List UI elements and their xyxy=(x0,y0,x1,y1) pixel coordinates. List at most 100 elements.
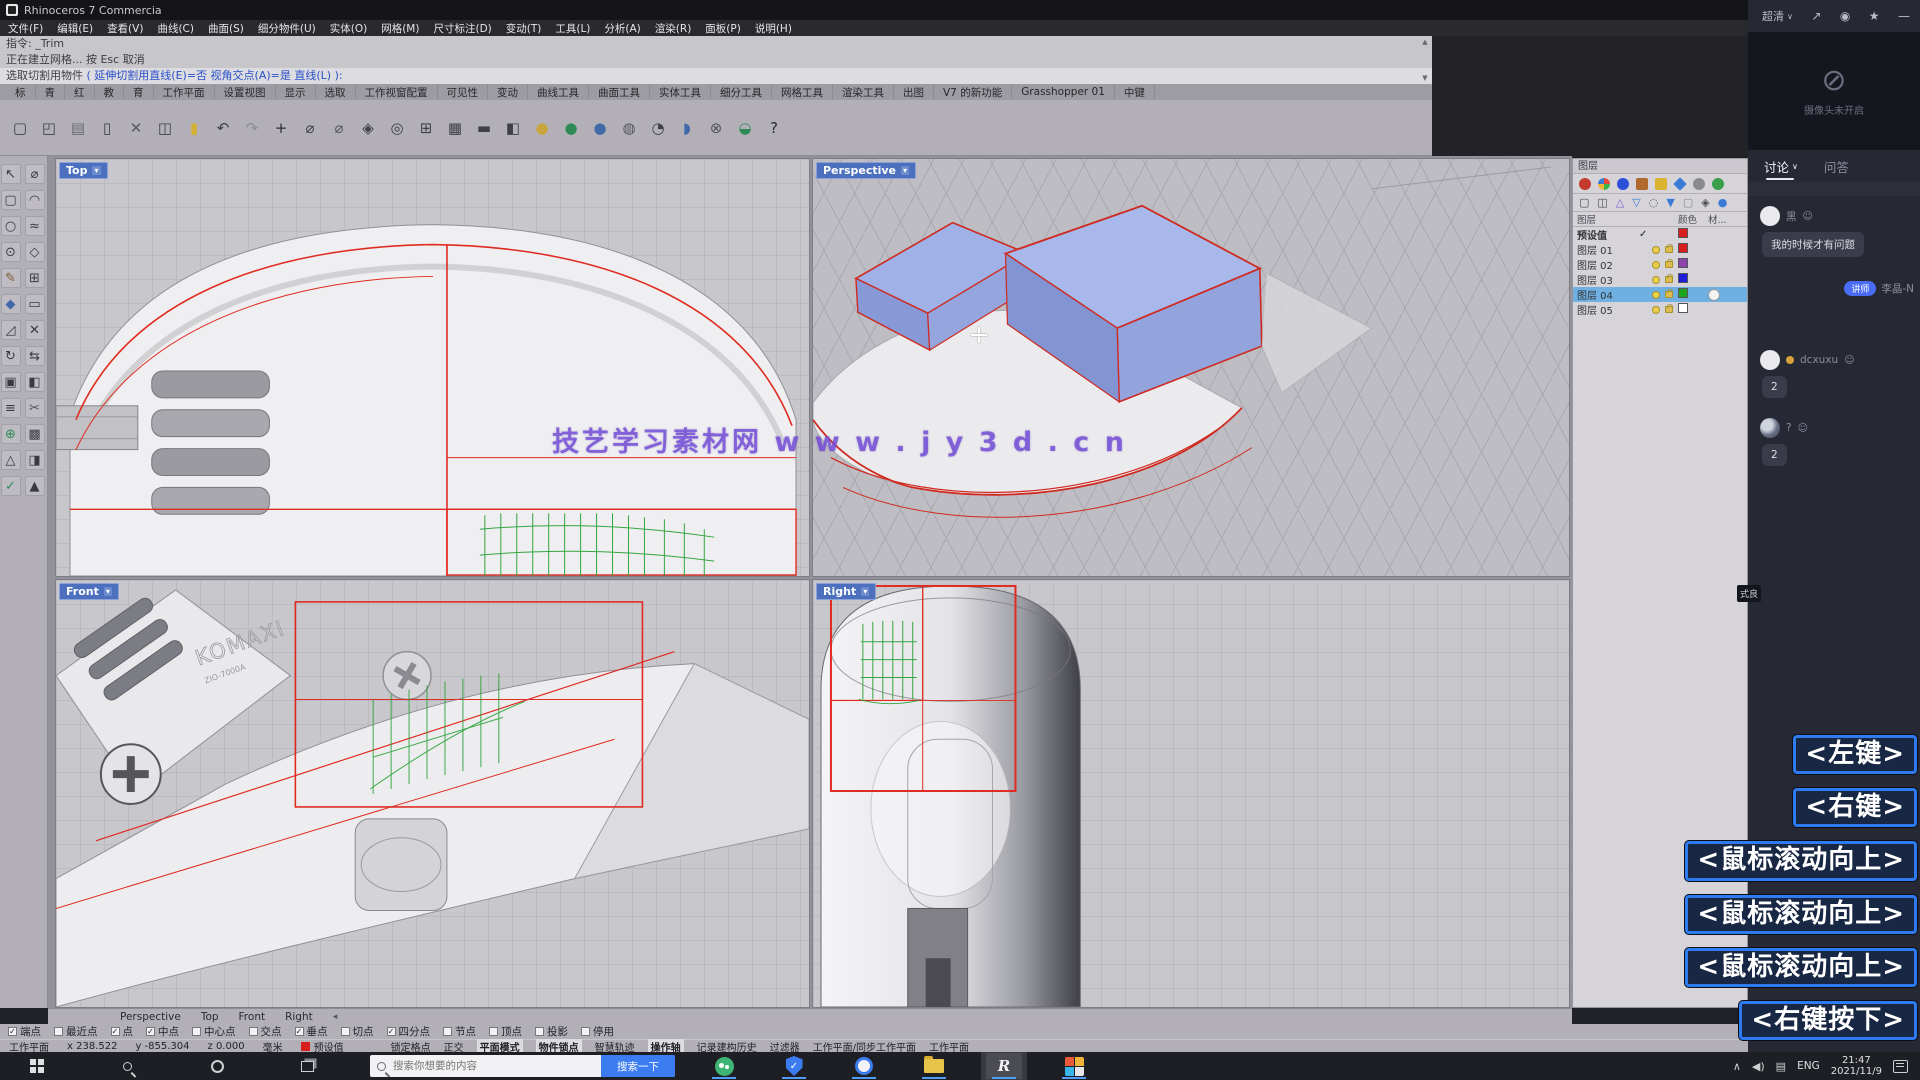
osnap-checkbox[interactable]: ✓ xyxy=(111,1027,120,1036)
layer-tool-icon[interactable]: ▢ xyxy=(1579,196,1589,209)
layer-row[interactable]: 图层 04 xyxy=(1573,287,1747,302)
command-options[interactable]: ( 延伸切割用直线(E)=否 视角交点(A)=是 直线(L) ): xyxy=(87,69,343,82)
viewport-menu-caret[interactable]: ▾ xyxy=(861,587,869,596)
avatar[interactable] xyxy=(1760,350,1780,370)
osnap-item[interactable]: 中心点 xyxy=(192,1024,236,1039)
tool-icon[interactable]: ▩ xyxy=(25,424,45,444)
tool-icon[interactable]: ⇆ xyxy=(25,346,45,366)
taskbar-clock[interactable]: 21:47 2021/11/9 xyxy=(1831,1055,1882,1077)
toolbar-tab[interactable]: Grasshopper 01 xyxy=(1012,85,1115,99)
toolbar-icon[interactable]: ● xyxy=(532,117,552,139)
avatar[interactable] xyxy=(1760,206,1780,226)
layer-material-ball[interactable] xyxy=(1708,289,1720,301)
toolbar-icon[interactable]: ✕ xyxy=(126,117,146,139)
toolbar-icon[interactable]: ◧ xyxy=(503,117,523,139)
collapse-icon[interactable]: — xyxy=(1898,9,1910,23)
panel-tab-icon[interactable] xyxy=(1579,178,1591,190)
layer-tool-icon[interactable]: ▢ xyxy=(1683,196,1693,209)
layer-lock-icon[interactable] xyxy=(1665,246,1673,253)
toolbar-tab[interactable]: 中键 xyxy=(1115,84,1155,101)
menu-item[interactable]: 曲线(C) xyxy=(157,21,194,36)
tool-icon[interactable]: ⊕ xyxy=(1,424,21,444)
toolbar-tab[interactable]: 设置视图 xyxy=(215,84,276,101)
share-icon[interactable]: ↗ xyxy=(1811,9,1821,23)
tool-icon[interactable]: ↻ xyxy=(1,346,21,366)
osnap-checkbox[interactable] xyxy=(443,1027,452,1036)
tool-icon[interactable]: ✓ xyxy=(1,476,21,496)
network-icon[interactable]: ▤ xyxy=(1776,1060,1786,1073)
tool-icon[interactable]: ◆ xyxy=(1,294,21,314)
start-button[interactable] xyxy=(14,1052,60,1080)
osnap-checkbox[interactable]: ✓ xyxy=(387,1027,396,1036)
tool-icon[interactable]: ↖ xyxy=(1,164,21,184)
notification-center-icon[interactable] xyxy=(1893,1060,1908,1073)
toolbar-tab[interactable]: 出图 xyxy=(894,84,934,101)
quality-selector[interactable]: 超清 ∨ xyxy=(1762,8,1793,24)
layer-row[interactable]: 图层 05 xyxy=(1573,302,1747,317)
menu-item[interactable]: 网格(M) xyxy=(381,21,419,36)
tool-icon[interactable]: ≡ xyxy=(1,398,21,418)
osnap-item[interactable]: 最近点 xyxy=(54,1024,98,1039)
tool-icon[interactable]: ⊞ xyxy=(25,268,45,288)
osnap-checkbox[interactable]: ✓ xyxy=(146,1027,155,1036)
layer-color-cell[interactable] xyxy=(1678,273,1708,286)
tool-icon[interactable]: ⌀ xyxy=(25,164,45,184)
menu-item[interactable]: 分析(A) xyxy=(604,21,640,36)
layer-visibility-bulb-icon[interactable] xyxy=(1652,261,1660,269)
toolbar-tab[interactable]: 选取 xyxy=(316,84,356,101)
viewport-top[interactable]: Top ▾ xyxy=(55,158,810,577)
viewport-menu-caret[interactable]: ▾ xyxy=(901,166,909,175)
layer-visibility-bulb-icon[interactable] xyxy=(1652,306,1660,314)
toolbar-tab[interactable]: 曲面工具 xyxy=(589,84,650,101)
layer-lock-icon[interactable] xyxy=(1665,306,1673,313)
layer-tool-icon[interactable]: ● xyxy=(1718,196,1728,209)
toolbar-icon[interactable]: ● xyxy=(561,117,581,139)
star-icon[interactable]: ★ xyxy=(1869,9,1880,23)
toolbar-icon[interactable]: ▢ xyxy=(10,117,30,139)
osnap-checkbox[interactable] xyxy=(249,1027,258,1036)
panel-tab-icon[interactable] xyxy=(1655,178,1667,190)
search-button[interactable]: 搜索一下 xyxy=(601,1055,675,1077)
layer-tool-icon[interactable]: ▼ xyxy=(1666,196,1674,209)
viewport-tab[interactable]: Front xyxy=(239,1011,266,1023)
panel-tab-icon[interactable] xyxy=(1617,178,1629,190)
toolbar-icon[interactable]: + xyxy=(271,117,291,139)
osnap-checkbox[interactable] xyxy=(192,1027,201,1036)
menu-item[interactable]: 说明(H) xyxy=(755,21,792,36)
layer-lock-icon[interactable] xyxy=(1665,291,1673,298)
toolbar-tab[interactable]: 实体工具 xyxy=(650,84,711,101)
toolbar-tab[interactable]: 曲线工具 xyxy=(528,84,589,101)
menu-item[interactable]: 实体(O) xyxy=(330,21,367,36)
viewport-menu-caret[interactable]: ▾ xyxy=(104,587,112,596)
tool-icon[interactable]: ✂ xyxy=(25,398,45,418)
taskbar-app-explorer[interactable] xyxy=(911,1052,957,1080)
taskbar-app-security[interactable]: ✓ xyxy=(771,1052,817,1080)
toolbar-icon[interactable]: ⌀ xyxy=(329,117,349,139)
viewport-perspective[interactable]: Perspective ▾ xyxy=(812,158,1570,577)
taskbar-app-classroom[interactable] xyxy=(1051,1052,1097,1080)
layer-lock-icon[interactable] xyxy=(1665,261,1673,268)
osnap-item[interactable]: 节点 xyxy=(443,1024,476,1039)
toolbar-icon[interactable]: ⊗ xyxy=(706,117,726,139)
layer-visibility-bulb-icon[interactable] xyxy=(1652,276,1660,284)
menu-item[interactable]: 细分物件(U) xyxy=(258,21,316,36)
toolbar-tab[interactable]: 显示 xyxy=(276,84,316,101)
layer-row[interactable]: 图层 03 xyxy=(1573,272,1747,287)
layer-color-cell[interactable] xyxy=(1678,258,1708,271)
layer-tool-icon[interactable]: ◌ xyxy=(1649,196,1659,209)
osnap-item[interactable]: ✓中点 xyxy=(146,1024,179,1039)
taskbar-app-rhino[interactable]: R xyxy=(981,1052,1027,1080)
viewport-right-label[interactable]: Right ▾ xyxy=(816,583,876,600)
cortana-button[interactable] xyxy=(194,1052,240,1080)
panel-tab-icon[interactable] xyxy=(1598,178,1610,190)
osnap-item[interactable]: 交点 xyxy=(249,1024,282,1039)
panel-tab-icon[interactable] xyxy=(1636,178,1648,190)
perspective-viewport-canvas[interactable] xyxy=(813,159,1569,576)
layer-tool-icon[interactable]: ◫ xyxy=(1597,196,1607,209)
toolbar-icon[interactable]: ▬ xyxy=(474,117,494,139)
tool-icon[interactable]: ▭ xyxy=(25,294,45,314)
task-view-button[interactable] xyxy=(284,1052,330,1080)
taskbar-search-icon[interactable] xyxy=(104,1052,150,1080)
avatar[interactable] xyxy=(1760,418,1780,438)
osnap-checkbox[interactable] xyxy=(341,1027,350,1036)
